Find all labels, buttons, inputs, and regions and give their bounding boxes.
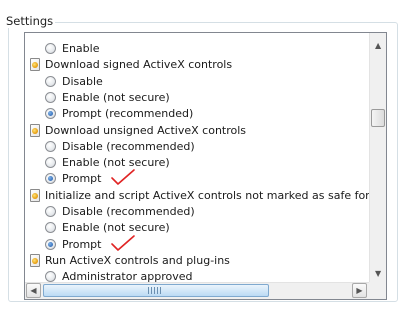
option-label: Prompt — [62, 237, 102, 251]
radio-unchecked-icon[interactable] — [45, 206, 56, 217]
radio-unchecked-icon[interactable] — [45, 75, 56, 87]
scrollbar-corner — [369, 282, 386, 299]
grip-icon — [148, 287, 162, 294]
settings-group-title: Settings — [4, 14, 56, 28]
down-arrow-icon[interactable]: ▼ — [375, 269, 381, 278]
settings-category: Download signed ActiveX controls — [30, 57, 233, 73]
radio-unchecked-icon[interactable] — [45, 271, 56, 283]
settings-category-icon — [30, 253, 40, 267]
horizontal-scroll-thumb[interactable] — [43, 284, 269, 297]
radio-checked-icon[interactable] — [45, 238, 56, 250]
settings-option[interactable]: Disable (recommended) — [45, 139, 195, 155]
settings-option[interactable]: Enable — [45, 41, 100, 57]
option-label: Prompt (recommended) — [62, 107, 194, 121]
settings-category-icon — [30, 188, 40, 202]
settings-listbox[interactable]: Enable Download signed ActiveX controls Di… — [24, 32, 387, 300]
category-label: Initialize and script ActiveX controls n… — [45, 188, 370, 202]
settings-category: Initialize and script ActiveX controls n… — [30, 188, 370, 204]
option-label: Disable (recommended) — [62, 205, 195, 218]
radio-unchecked-icon[interactable] — [45, 157, 56, 169]
settings-option[interactable]: Prompt — [45, 234, 135, 253]
settings-option[interactable]: Administrator approved — [45, 269, 192, 283]
option-label: Prompt — [62, 172, 102, 186]
settings-option[interactable]: Prompt (recommended) — [45, 106, 194, 122]
settings-option[interactable]: Disable — [45, 74, 103, 90]
category-label: Download signed ActiveX controls — [45, 58, 233, 72]
settings-category: Run ActiveX controls and plug-ins — [30, 253, 230, 269]
category-label: Run ActiveX controls and plug-ins — [45, 253, 230, 267]
vertical-scrollbar[interactable]: ▲ ▼ — [369, 33, 386, 283]
right-arrow-icon[interactable]: ▶ — [352, 283, 367, 298]
radio-unchecked-icon[interactable] — [45, 43, 56, 54]
settings-category: Download unsigned ActiveX controls — [30, 123, 247, 139]
settings-category-icon — [30, 123, 40, 137]
radio-checked-icon[interactable] — [45, 173, 56, 185]
red-checkmark-icon — [111, 234, 135, 251]
up-arrow-icon[interactable]: ▲ — [375, 41, 381, 50]
settings-option[interactable]: Prompt — [45, 169, 135, 187]
radio-unchecked-icon[interactable] — [45, 91, 56, 103]
option-label: Disable — [62, 74, 103, 88]
option-label: Disable (recommended) — [62, 139, 195, 153]
option-label: Enable (not secure) — [62, 90, 170, 104]
red-checkmark-icon — [111, 169, 135, 186]
option-label: Enable (not secure) — [62, 221, 170, 235]
option-label: Enable (not secure) — [62, 156, 170, 170]
radio-checked-icon[interactable] — [45, 108, 56, 120]
horizontal-scrollbar[interactable]: ◀ ▶ — [25, 282, 370, 299]
radio-unchecked-icon[interactable] — [45, 140, 56, 152]
settings-option[interactable]: Disable (recommended) — [45, 204, 195, 220]
settings-option[interactable]: Enable (not secure) — [45, 90, 170, 106]
category-label: Download unsigned ActiveX controls — [45, 123, 247, 137]
settings-category-icon — [30, 58, 40, 72]
option-label: Enable — [62, 42, 100, 55]
vertical-scroll-thumb[interactable] — [371, 109, 385, 127]
radio-unchecked-icon[interactable] — [45, 222, 56, 234]
settings-list: Enable Download signed ActiveX controls Di… — [25, 33, 370, 283]
left-arrow-icon[interactable]: ◀ — [26, 283, 41, 298]
